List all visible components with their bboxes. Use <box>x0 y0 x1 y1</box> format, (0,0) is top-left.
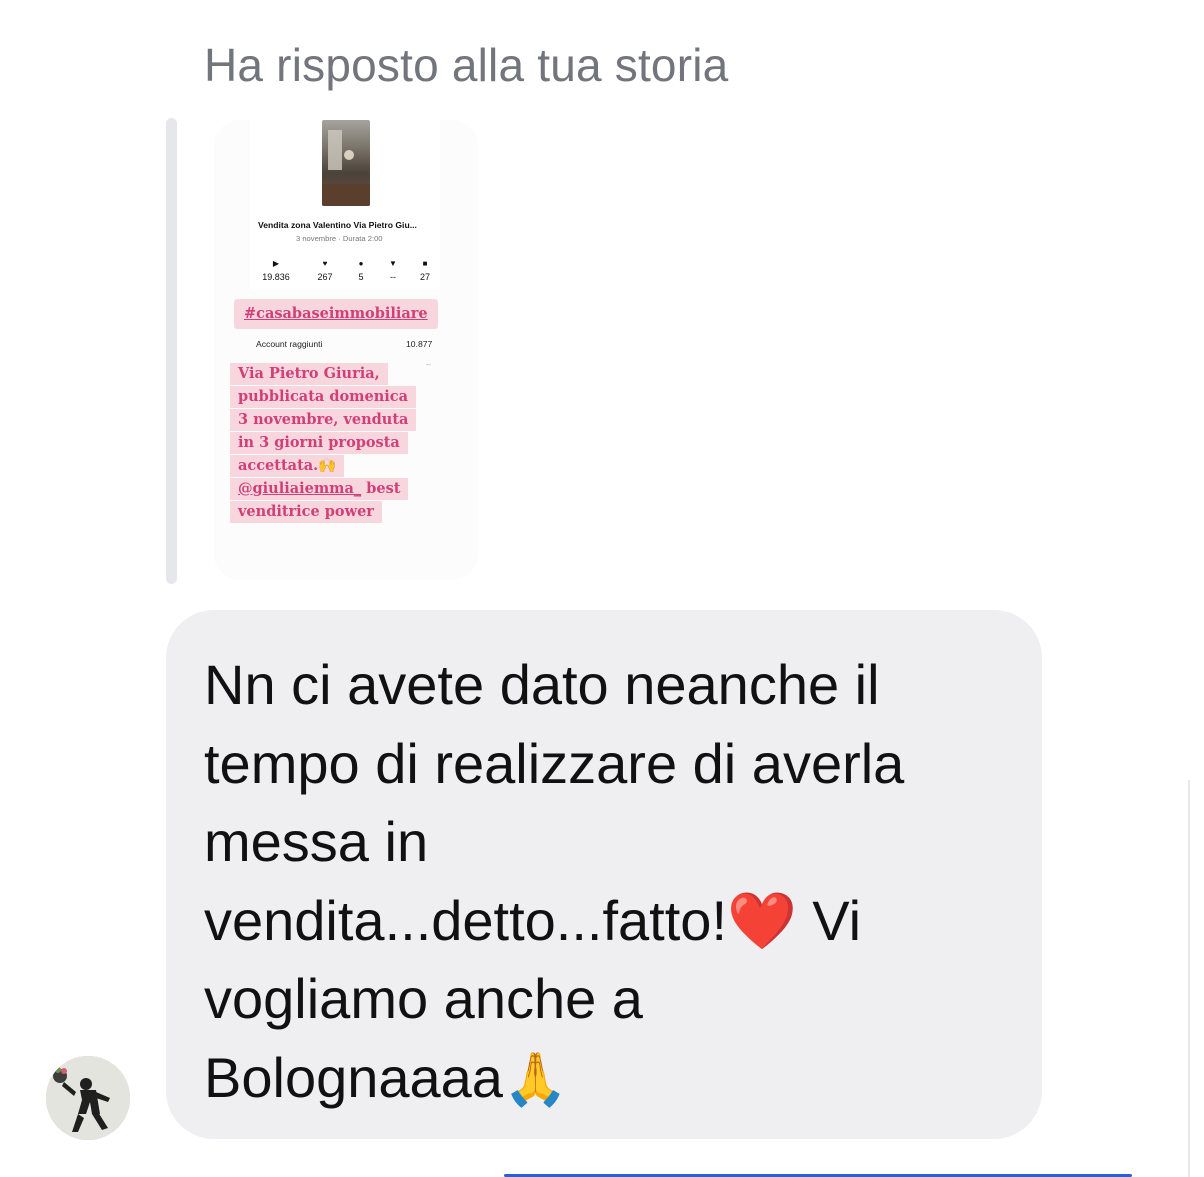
play-icon: ▶ <box>272 259 280 268</box>
quote-bar <box>166 118 177 584</box>
post-title: Vendita zona Valentino Via Pietro Giu... <box>258 220 417 230</box>
caption-line: Via Pietro Giuria, <box>230 363 388 385</box>
caption-line: venditrice power <box>230 501 382 523</box>
bookmark-icon: ■ <box>422 259 428 268</box>
stat-likes: ♥ 267 <box>305 258 345 282</box>
stat-value: 19.836 <box>262 272 290 282</box>
stat-plays: ▶ 19.836 <box>256 258 296 282</box>
praying-hands-emoji: 🙏 <box>502 1050 568 1109</box>
caption-line: accettata.🙌 <box>230 455 345 477</box>
caption-line: pubblicata domenica <box>230 386 416 408</box>
heart-icon: ♥ <box>322 259 328 268</box>
sender-avatar[interactable] <box>46 1056 130 1140</box>
message-line: vendita...detto...fatto!❤️ Vi <box>204 882 1024 961</box>
small-dash: -- <box>426 362 431 369</box>
stat-saves: ■ 27 <box>405 258 445 282</box>
accounts-reached-label: Account raggiunti <box>256 339 323 349</box>
heart-emoji: ❤️ <box>727 888 797 952</box>
message-line: messa in <box>204 810 429 873</box>
flower-thrower-icon <box>46 1056 130 1140</box>
message-line: vogliamo anche a <box>204 967 643 1030</box>
message-line: Nn ci avete dato neanche il <box>204 653 880 716</box>
story-preview[interactable]: Vendita zona Valentino Via Pietro Giu...… <box>214 120 478 580</box>
message-text-fragment: Bolognaaaa <box>204 1045 503 1109</box>
hashtag-sticker: #casabaseimmobiliare <box>234 299 438 329</box>
scroll-track <box>1188 780 1190 1177</box>
post-thumbnail <box>322 120 370 206</box>
post-meta: 3 novembre · Durata 2:00 <box>296 234 383 243</box>
message-text: Nn ci avete dato neanche il tempo di rea… <box>204 646 1024 1119</box>
caption-mention-line: @giuliaiemma_ best <box>230 478 409 500</box>
caption-text: best <box>361 480 401 497</box>
stat-value: 27 <box>419 272 430 282</box>
caption-line: in 3 giorni proposta <box>230 432 408 454</box>
message-line: tempo di realizzare di averla <box>204 731 905 795</box>
caption-line: 3 novembre, venduta <box>230 409 417 431</box>
message-text-fragment: vendita...detto...fatto! <box>204 888 728 952</box>
mention-link[interactable]: @giuliaiemma_ <box>238 480 361 497</box>
reply-header: Ha risposto alla tua storia <box>204 39 729 91</box>
message-line: Bolognaaaa🙏 <box>204 1039 1024 1120</box>
message-text-fragment: Vi <box>796 888 862 952</box>
stat-value: 267 <box>317 272 333 282</box>
accounts-reached-value: 10.877 <box>406 339 433 349</box>
